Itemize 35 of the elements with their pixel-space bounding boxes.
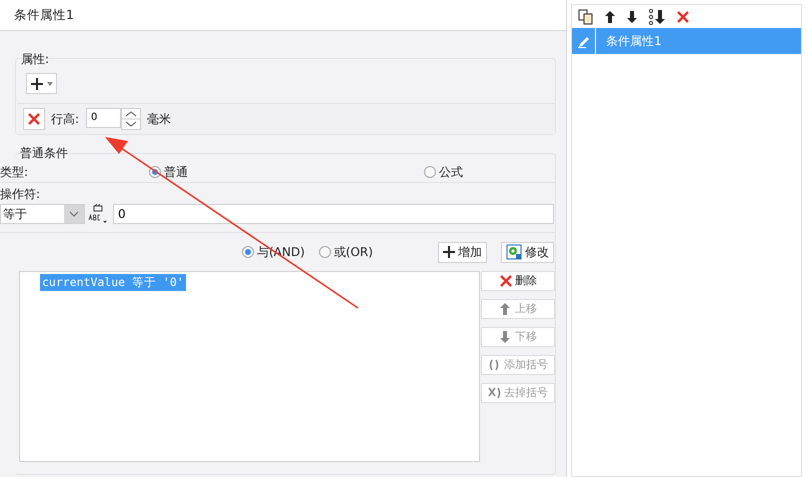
field-label: 操作符: [0, 186, 42, 203]
pencil-icon [576, 34, 590, 48]
arrow-up-icon [499, 302, 513, 316]
plus-icon [443, 246, 455, 258]
panel-title: 条件属性1 [14, 6, 74, 24]
arrow-down-icon[interactable] [626, 10, 638, 24]
chevron-down-icon [64, 205, 84, 223]
radio-button[interactable]: 公式 [424, 162, 464, 180]
add-button[interactable]: 增加 [438, 242, 487, 262]
section-label: 属性: [20, 51, 50, 67]
radio-button[interactable]: 普通 [149, 162, 188, 180]
close-icon [499, 274, 513, 288]
value-field[interactable]: 0 [113, 204, 554, 224]
arrow-up-icon[interactable] [604, 10, 616, 24]
spinner-icon[interactable] [121, 108, 142, 130]
text-format-icon[interactable] [88, 204, 110, 224]
move-bottom-icon[interactable] [648, 8, 666, 24]
copy-icon[interactable] [578, 8, 594, 24]
close-icon [27, 112, 41, 126]
height-field[interactable]: 0 [86, 108, 122, 128]
close-icon[interactable] [676, 10, 690, 24]
field-label: 类型: [0, 164, 28, 180]
arrow-down-icon [499, 330, 513, 344]
delete-button[interactable]: 删除 [481, 271, 555, 291]
add-button[interactable] [26, 73, 57, 94]
caret-icon [47, 82, 53, 86]
section-label: 普通条件 [19, 145, 69, 161]
delete-button[interactable] [23, 108, 45, 130]
field-label: 行高: [51, 110, 80, 128]
radio-button[interactable]: 或(OR) [318, 243, 373, 261]
plus-icon [30, 76, 44, 90]
unit-label: 毫米 [147, 110, 172, 128]
edit-button[interactable]: 修改 [501, 242, 554, 262]
operator-dropdown[interactable]: 等于 [0, 204, 85, 224]
parentheses-remove-icon [488, 386, 502, 400]
